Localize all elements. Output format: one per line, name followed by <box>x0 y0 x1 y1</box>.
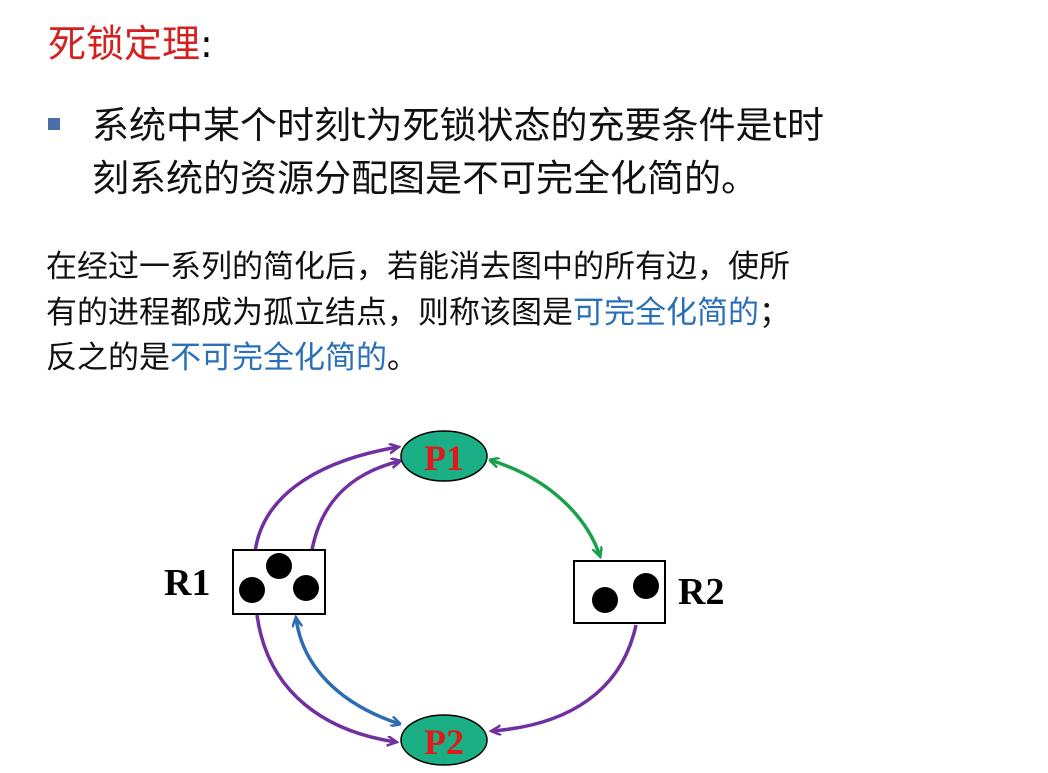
edge-p1-r2 <box>490 460 600 556</box>
r2-instance-dot <box>592 587 618 613</box>
process-p2-label: P2 <box>424 722 464 762</box>
process-p1-label: P1 <box>424 438 464 478</box>
r1-instance-dot <box>293 575 319 601</box>
r2-instance-dot <box>633 573 659 599</box>
resource-allocation-graph: R1 R2 P1 P2 <box>164 430 724 766</box>
resource-r1-label: R1 <box>164 562 210 604</box>
edge-r1-to-p1-inner <box>310 461 400 551</box>
resource-r2-label: R2 <box>678 571 724 613</box>
r1-instance-dot <box>239 577 265 603</box>
r1-instance-dot <box>266 553 292 579</box>
edge-r1-to-p1-outer <box>253 447 398 553</box>
edge-r2-to-p2 <box>492 624 638 731</box>
